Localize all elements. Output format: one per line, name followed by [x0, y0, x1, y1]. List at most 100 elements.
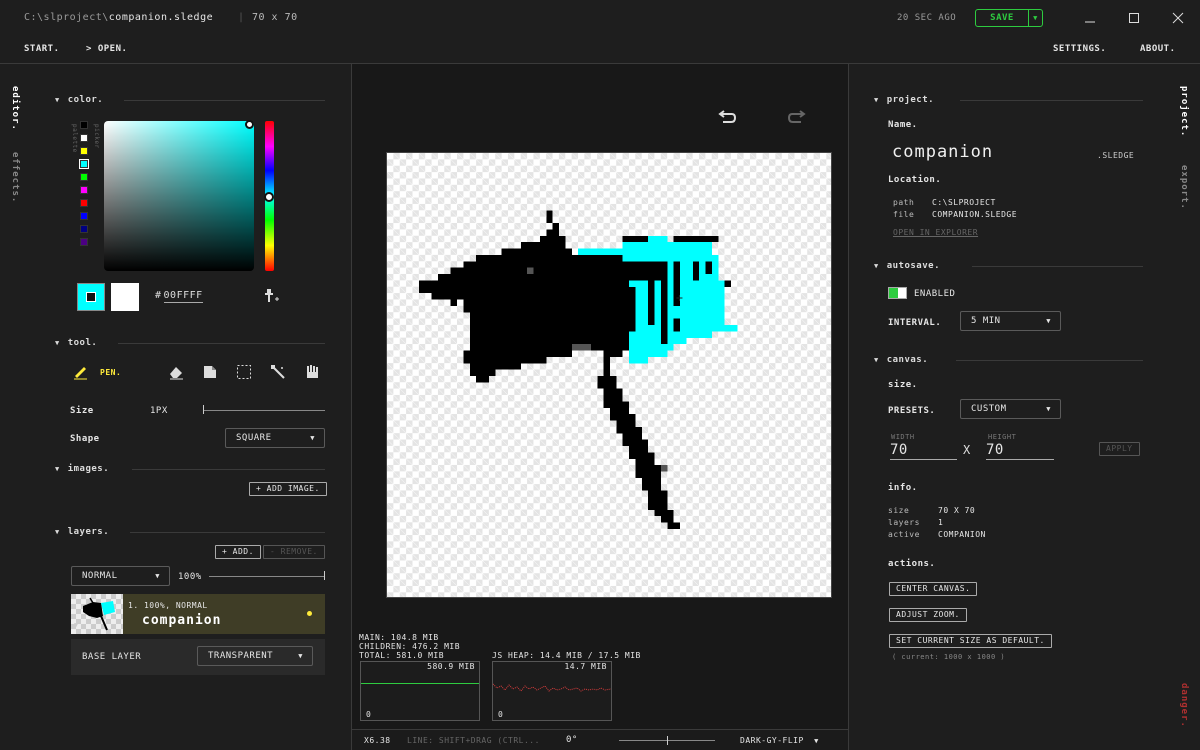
- select-tool-icon[interactable]: [236, 364, 252, 380]
- palette-swatch[interactable]: [80, 173, 88, 181]
- color-section-header[interactable]: ▼ color.: [55, 95, 103, 105]
- undo-icon[interactable]: [718, 107, 738, 128]
- drawing-canvas[interactable]: ✛: [386, 152, 832, 598]
- base-layer-select[interactable]: TRANSPARENT ▼: [197, 646, 313, 666]
- add-image-button[interactable]: + ADD IMAGE.: [249, 482, 327, 496]
- height-input[interactable]: 70: [986, 442, 1054, 460]
- apply-size-button[interactable]: APPLY: [1099, 442, 1140, 456]
- remove-layer-button[interactable]: - REMOVE.: [263, 545, 325, 559]
- sv-picker-cursor[interactable]: [245, 120, 254, 129]
- info-active-key: active: [888, 530, 920, 539]
- width-input[interactable]: 70: [890, 442, 957, 460]
- layer-item[interactable]: ▼ 1. 100%, NORMAL companion: [71, 594, 325, 634]
- section-divider: [118, 343, 325, 344]
- palette-swatch[interactable]: [80, 121, 88, 129]
- tool-section-header[interactable]: ▼ tool.: [55, 338, 97, 348]
- palette-swatch[interactable]: [80, 225, 88, 233]
- set-default-size-button[interactable]: SET CURRENT SIZE AS DEFAULT.: [889, 634, 1052, 648]
- project-section-title: project.: [886, 95, 935, 105]
- autosave-toggle[interactable]: [888, 287, 907, 299]
- autosave-section-header[interactable]: ▼ autosave.: [874, 261, 940, 271]
- add-layer-button[interactable]: + ADD.: [215, 545, 261, 559]
- canvas-section-header[interactable]: ▼ canvas.: [874, 355, 928, 365]
- chevron-down-icon: ▼: [1046, 317, 1051, 325]
- menu-start[interactable]: START.: [24, 44, 60, 54]
- menu-settings[interactable]: SETTINGS.: [1053, 44, 1106, 54]
- eraser-tool-icon[interactable]: [168, 364, 184, 380]
- menu-about[interactable]: ABOUT.: [1140, 44, 1176, 54]
- tab-export[interactable]: export.: [1179, 165, 1189, 210]
- tab-project[interactable]: project.: [1179, 86, 1189, 137]
- secondary-color-swatch[interactable]: [111, 283, 139, 311]
- project-section-header[interactable]: ▼ project.: [874, 95, 934, 105]
- chevron-down-icon: ▼: [1046, 405, 1051, 413]
- blend-mode-select[interactable]: NORMAL ▼: [71, 566, 170, 586]
- shape-select[interactable]: SQUARE ▼: [225, 428, 325, 448]
- center-canvas-button[interactable]: CENTER CANVAS.: [889, 582, 978, 596]
- hex-color-field[interactable]: #00ffff: [155, 290, 203, 303]
- close-icon[interactable]: [1168, 8, 1188, 28]
- rotation-slider-handle[interactable]: [667, 736, 668, 745]
- memory-stats: MAIN: 104.8 MIB CHILDREN: 476.2 MIB TOTA…: [359, 633, 460, 660]
- magic-wand-tool-icon[interactable]: [270, 364, 286, 380]
- save-dropdown-icon[interactable]: ▼: [1028, 10, 1042, 26]
- tab-editor[interactable]: editor.: [10, 86, 20, 131]
- interval-select[interactable]: 5 MIN ▼: [960, 311, 1061, 331]
- menu-open[interactable]: > OPEN.: [86, 44, 127, 54]
- layer-meta: 1. 100%, NORMAL: [128, 601, 208, 610]
- project-name-input[interactable]: companion: [892, 142, 993, 162]
- palette-swatch[interactable]: [80, 212, 88, 220]
- memory-graph-zero: 0: [366, 710, 372, 719]
- redo-icon[interactable]: [786, 107, 806, 128]
- current-default-size: ( current: 1000 x 1000 ): [892, 653, 1006, 661]
- hex-input[interactable]: 00ffff: [163, 290, 203, 303]
- location-label: Location.: [888, 175, 942, 185]
- base-layer-label: BASE LAYER: [82, 652, 142, 662]
- hex-prefix: #: [155, 290, 162, 301]
- palette-swatch[interactable]: [80, 238, 88, 246]
- tab-effects[interactable]: effects.: [10, 152, 20, 203]
- saturation-value-picker[interactable]: [104, 121, 254, 271]
- images-section-title: images.: [67, 464, 110, 474]
- info-layers-key: layers: [888, 518, 920, 527]
- size-slider[interactable]: [203, 410, 325, 411]
- section-divider: [956, 360, 1143, 361]
- save-button-label[interactable]: SAVE: [976, 10, 1028, 26]
- theme-value: DARK-GY-FLIP: [740, 736, 804, 745]
- presets-select[interactable]: CUSTOM ▼: [960, 399, 1061, 419]
- hand-tool-icon[interactable]: [304, 364, 320, 380]
- maximize-icon[interactable]: [1124, 8, 1144, 28]
- hue-slider-handle[interactable]: [264, 192, 274, 202]
- title-file-name: companion.sledge: [108, 12, 214, 23]
- theme-select[interactable]: DARK-GY-FLIP ▼: [740, 736, 819, 745]
- palette-swatch[interactable]: [80, 199, 88, 207]
- autosave-enabled-label: ENABLED: [914, 289, 956, 299]
- layers-section-header[interactable]: ▼ layers.: [55, 527, 109, 537]
- path-value: C:\SLPROJECT: [932, 198, 996, 207]
- pen-tool-icon[interactable]: [72, 364, 88, 380]
- opacity-slider-handle[interactable]: [324, 571, 325, 580]
- info-layers-value: 1: [938, 518, 944, 527]
- palette-swatch[interactable]: [80, 186, 88, 194]
- images-section-header[interactable]: ▼ images.: [55, 464, 109, 474]
- opacity-slider[interactable]: [209, 576, 325, 577]
- shape-label: Shape: [70, 434, 100, 444]
- tool-section-title: tool.: [67, 338, 98, 348]
- fill-tool-icon[interactable]: [202, 364, 218, 380]
- size-slider-handle[interactable]: [203, 405, 204, 414]
- save-button[interactable]: SAVE ▼: [975, 9, 1043, 27]
- open-in-explorer-link[interactable]: OPEN IN EXPLORER: [893, 228, 978, 237]
- active-layer-dot: [307, 611, 312, 616]
- collapse-triangle-icon: ▼: [55, 528, 60, 536]
- eyedropper-add-icon[interactable]: [262, 288, 280, 307]
- palette-swatch-selected[interactable]: [79, 159, 89, 169]
- layer-collapse-icon[interactable]: ▼: [74, 621, 79, 629]
- palette-swatch[interactable]: [80, 147, 88, 155]
- adjust-zoom-button[interactable]: ADJUST ZOOM.: [889, 608, 967, 622]
- tab-danger[interactable]: danger.: [1179, 683, 1189, 728]
- zoom-level[interactable]: X6.38: [364, 736, 391, 745]
- palette-swatch[interactable]: [80, 134, 88, 142]
- primary-color-swatch[interactable]: [77, 283, 105, 311]
- chevron-down-icon: ▼: [298, 652, 303, 660]
- minimize-icon[interactable]: [1080, 8, 1100, 28]
